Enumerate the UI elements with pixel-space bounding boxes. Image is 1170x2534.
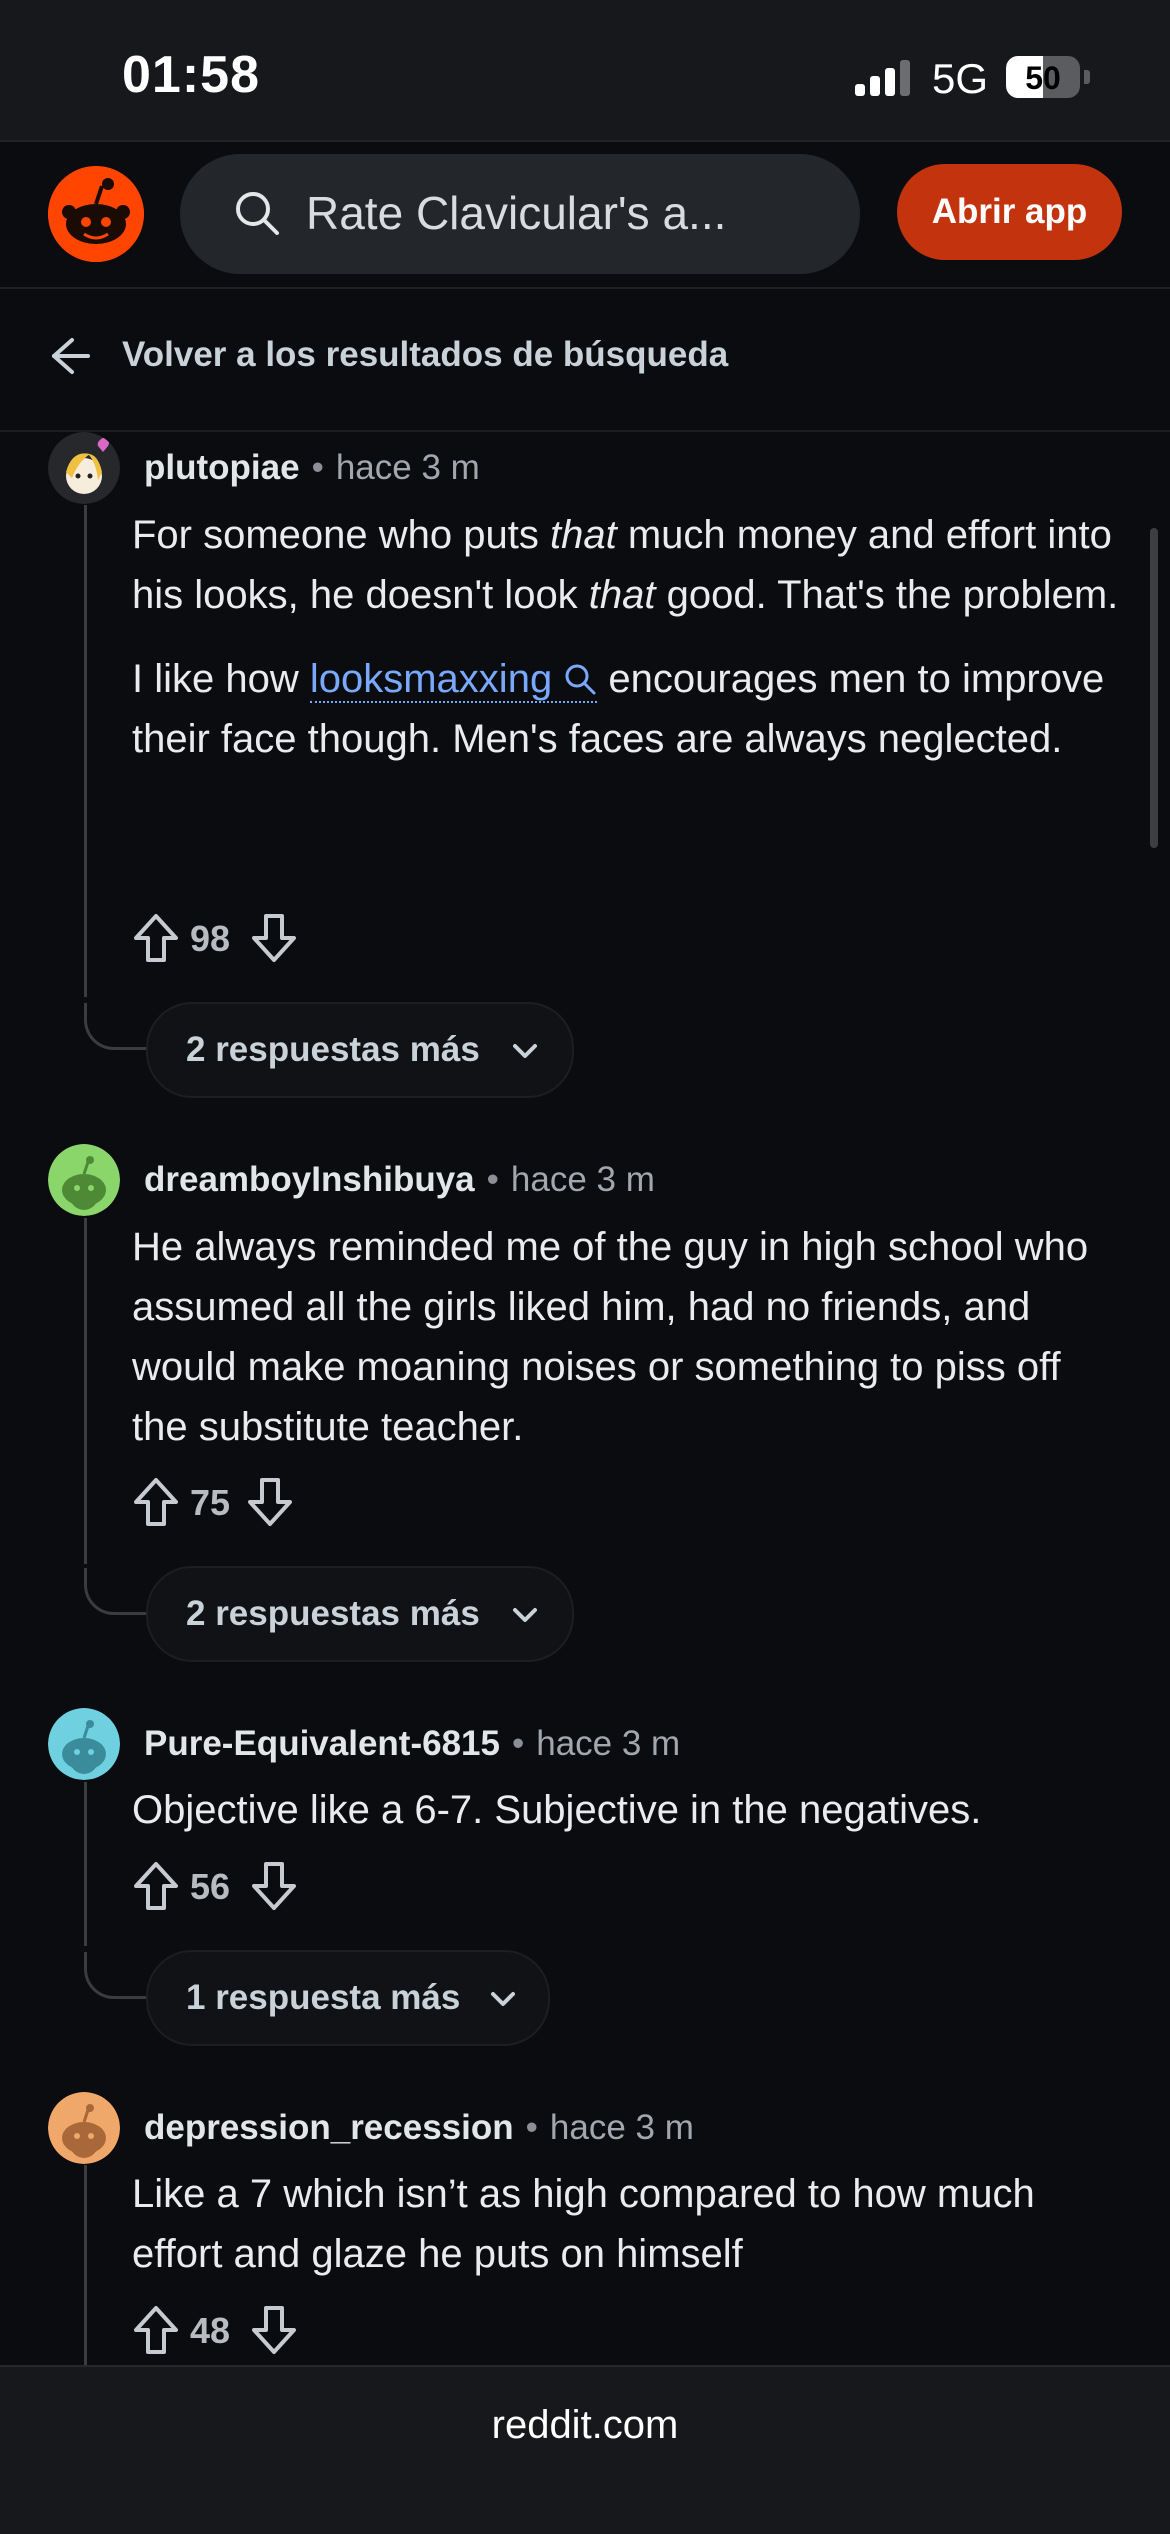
comment-body: Like a 7 which isn’t as high compared to… [132, 2172, 1035, 2276]
more-replies-label: 2 respuestas más [186, 1030, 480, 1069]
vote-count: 56 [190, 1866, 231, 1907]
avatar[interactable] [48, 432, 120, 504]
cellular-signal-icon [855, 60, 915, 96]
upvote-icon[interactable] [132, 1476, 180, 1533]
chevron-down-icon [510, 1600, 540, 1635]
network-type: 5G [932, 55, 989, 102]
status-time: 01:58 [122, 46, 260, 104]
avatar[interactable] [48, 1144, 120, 1216]
separator-dot: • [486, 1160, 499, 1199]
url-text: reddit.com [491, 2403, 679, 2447]
battery-percent: 50 [1025, 60, 1061, 96]
vote-count: 98 [190, 918, 231, 959]
downvote-icon[interactable] [250, 2304, 298, 2361]
author-username[interactable]: dreamboyInshibuya [144, 1160, 475, 1199]
search-icon [232, 188, 282, 243]
thread-line [84, 1218, 87, 1564]
chevron-down-icon [488, 1984, 518, 2019]
upvote-icon[interactable] [132, 2304, 180, 2361]
downvote-icon[interactable] [250, 1860, 298, 1917]
comment-timestamp: hace 3 m [549, 2108, 694, 2147]
comment-paragraph: I like how looksmaxxing encourages men t… [132, 649, 1122, 769]
more-replies-label: 2 respuestas más [186, 1594, 480, 1633]
separator-dot: • [525, 2108, 538, 2147]
separator-dot: • [511, 1724, 525, 1763]
more-replies-button[interactable]: 2 respuestas más [146, 1002, 574, 1098]
downvote-icon[interactable] [250, 912, 298, 969]
comment-timestamp: hace 3 m [536, 1724, 681, 1763]
more-replies-button[interactable]: 1 respuesta más [146, 1950, 550, 2046]
chevron-down-icon [510, 1036, 540, 1071]
author-username[interactable]: Pure-Equivalent-6815 [144, 1724, 500, 1763]
more-replies-button[interactable]: 2 respuestas más [146, 1566, 574, 1662]
avatar[interactable] [48, 2092, 120, 2164]
top-header: Rate Clavicular's a... Abrir app [0, 142, 1170, 289]
thread-line [84, 2165, 87, 2365]
thread-connector [84, 1952, 147, 1999]
browser-url-bar[interactable]: reddit.com [0, 2365, 1170, 2534]
italic-text: that [588, 573, 656, 617]
text-run: good. That's the problem. [655, 573, 1119, 617]
comment-author-line: depression_recession • hace 3 m [144, 2108, 694, 2148]
separator-dot: • [311, 448, 324, 487]
scrollbar[interactable] [1150, 528, 1158, 848]
thread-connector [84, 1003, 147, 1050]
author-username[interactable]: plutopiae [144, 448, 300, 487]
search-icon [565, 664, 596, 695]
thread-line [84, 505, 87, 997]
comment-body: He always reminded me of the guy in high… [132, 1225, 1089, 1449]
comment-paragraph: For someone who puts that much money and… [132, 505, 1122, 625]
comment-timestamp: hace 3 m [335, 448, 480, 487]
status-bar: 01:58 5G 50 [0, 0, 1170, 140]
upvote-icon[interactable] [132, 912, 180, 969]
back-link-label: Volver a los resultados de búsqueda [122, 335, 729, 374]
author-username[interactable]: depression_recession [144, 2108, 514, 2147]
link-text: looksmaxxing [309, 657, 553, 701]
more-replies-label: 1 respuesta más [186, 1978, 461, 2017]
back-arrow-icon [48, 334, 92, 383]
italic-text: that [550, 513, 617, 557]
vote-count: 75 [190, 1482, 231, 1523]
upvote-icon[interactable] [132, 1860, 180, 1917]
thread-connector [84, 1568, 147, 1615]
comment-body: Objective like a 6-7. Subjective in the … [132, 1788, 982, 1832]
comment-author-line: plutopiae • hace 3 m [144, 448, 480, 488]
text-run: For someone who puts [132, 513, 550, 557]
avatar[interactable] [48, 1708, 120, 1780]
comment-author-line: Pure-Equivalent-6815 • hace 3 m [144, 1724, 680, 1764]
battery-icon: 50 [1006, 56, 1080, 98]
downvote-icon[interactable] [246, 1476, 294, 1533]
thread-line [84, 1782, 87, 1946]
search-term-link[interactable]: looksmaxxing [309, 657, 598, 703]
divider [0, 430, 1170, 432]
open-app-button[interactable]: Abrir app [897, 164, 1122, 260]
vote-count: 48 [190, 2310, 231, 2351]
comment-body: For someone who puts that much money and… [132, 505, 1122, 769]
comment-author-line: dreamboyInshibuya • hace 3 m [144, 1160, 655, 1200]
search-query: Rate Clavicular's a... [306, 187, 727, 239]
search-bar[interactable]: Rate Clavicular's a... [180, 154, 860, 274]
comment-timestamp: hace 3 m [510, 1160, 655, 1199]
reddit-logo-icon[interactable] [48, 166, 144, 262]
battery-tip [1084, 70, 1090, 84]
text-run: I like how [132, 657, 310, 701]
